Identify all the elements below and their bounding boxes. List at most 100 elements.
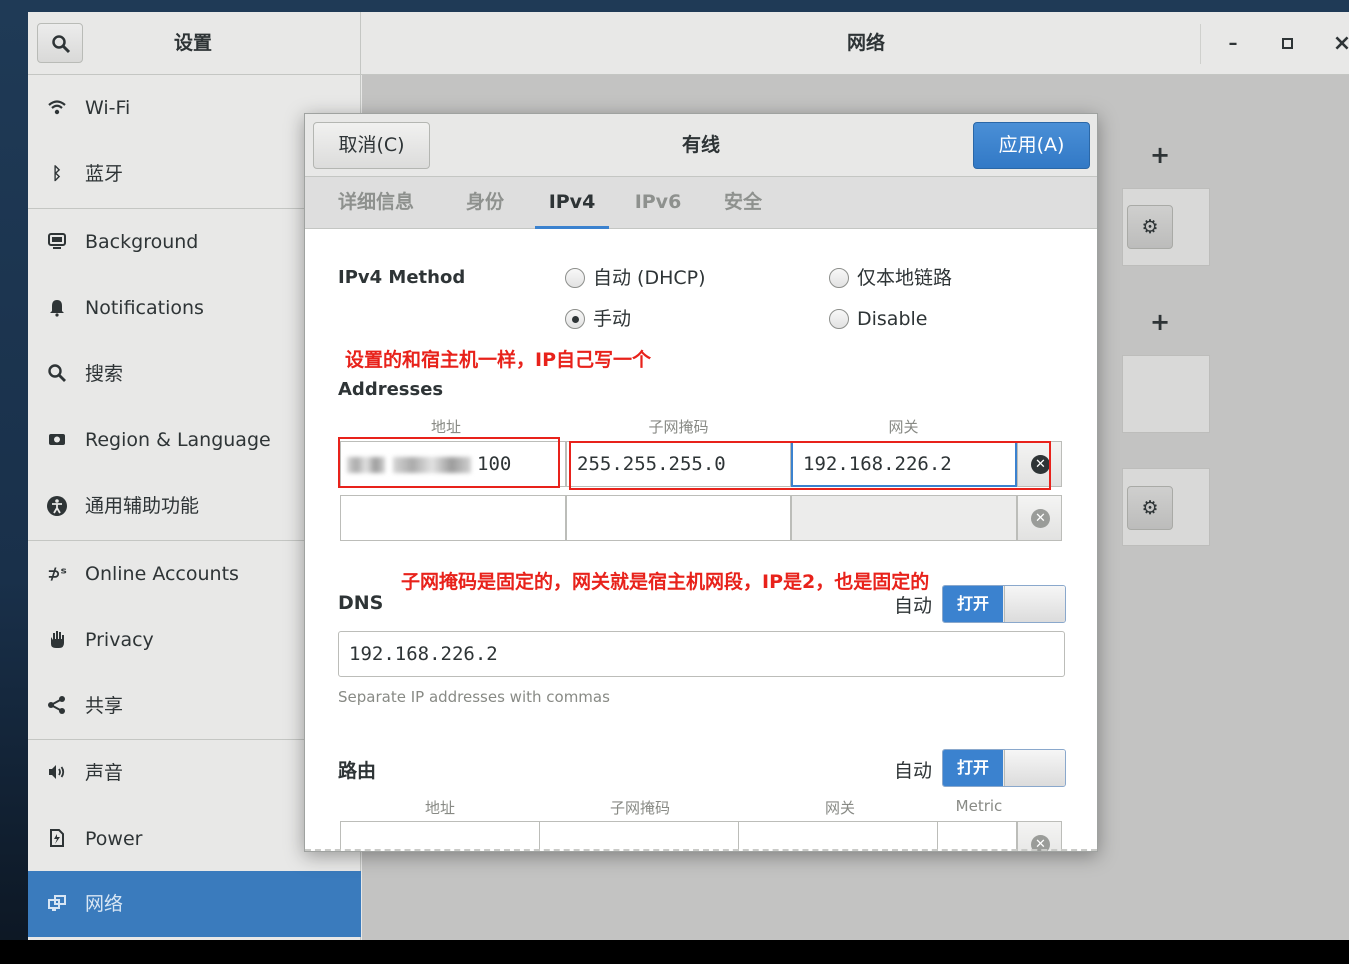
radio-indicator xyxy=(829,309,849,329)
radio-auto-dhcp[interactable]: 自动 (DHCP) xyxy=(565,265,706,291)
titlebar-separator xyxy=(1200,24,1201,64)
radio-indicator xyxy=(829,268,849,288)
proxy-settings-button[interactable]: ⚙ xyxy=(1127,486,1173,530)
sidebar-item-network[interactable]: 网络 xyxy=(28,871,361,937)
power-icon xyxy=(46,828,68,850)
bell-icon xyxy=(46,297,68,319)
dialog-title: 有线 xyxy=(681,134,720,156)
remove-address-button[interactable]: ✕ xyxy=(1017,495,1062,541)
address-row-empty: ✕ xyxy=(340,495,1063,541)
column-gateway: 网关 xyxy=(888,418,919,436)
search-button[interactable] xyxy=(37,23,83,63)
annotation-addresses: 设置的和宿主机一样，IP自己写一个 xyxy=(345,349,651,371)
search-icon xyxy=(52,35,71,54)
annotation-mask-gateway: 子网掩码是固定的，网关就是宿主机网段，IP是2，也是固定的 xyxy=(401,571,930,593)
tab-ipv6[interactable]: IPv6 xyxy=(623,177,693,229)
titlebar: 设置 网络 – × xyxy=(28,12,1349,75)
titlebar-left: 设置 xyxy=(28,12,361,75)
network-icon xyxy=(46,893,68,915)
radio-label: 手动 xyxy=(593,308,632,330)
wired-settings-dialog: 取消(C) 有线 应用(A) 详细信息 身份 IPv4 IPv6 安全 IPv4… xyxy=(304,113,1098,852)
close-icon: ✕ xyxy=(1031,509,1050,528)
gear-icon: ⚙ xyxy=(1141,216,1159,238)
radio-manual[interactable]: 手动 xyxy=(565,306,631,332)
settings-title: 设置 xyxy=(173,32,212,54)
column-address: 地址 xyxy=(430,418,461,436)
routes-auto-label: 自动 xyxy=(894,760,933,782)
display-icon xyxy=(46,231,68,253)
bluetooth-icon: ᛒ xyxy=(51,164,63,184)
addresses-label: Addresses xyxy=(338,379,444,400)
dns-label: DNS xyxy=(338,592,384,614)
taskbar xyxy=(0,940,1349,964)
accessibility-icon xyxy=(46,495,68,517)
radio-indicator xyxy=(565,268,585,288)
close-button[interactable]: × xyxy=(1328,30,1349,58)
radio-disable[interactable]: Disable xyxy=(829,306,927,332)
routes-label: 路由 xyxy=(338,760,377,782)
remove-route-button[interactable]: ✕ xyxy=(1017,821,1062,851)
route-column-metric: Metric xyxy=(955,797,1003,815)
tab-bar: 详细信息 身份 IPv4 IPv6 安全 xyxy=(305,177,1097,229)
route-row: ✕ xyxy=(340,821,1063,851)
tab-ipv4[interactable]: IPv4 xyxy=(535,177,609,229)
online-accounts-icon: ⊅ˢ xyxy=(47,564,67,583)
sidebar-item-label: 网络 xyxy=(85,893,124,915)
add-connection-button[interactable]: + xyxy=(1150,141,1170,169)
routes-auto-switch[interactable]: 打开 xyxy=(942,749,1066,787)
column-netmask: 子网掩码 xyxy=(648,418,709,436)
sidebar-item-label: 搜索 xyxy=(85,363,124,385)
cancel-button[interactable]: 取消(C) xyxy=(313,122,430,169)
speaker-icon xyxy=(46,762,68,784)
apply-button[interactable]: 应用(A) xyxy=(973,122,1090,169)
camera-icon xyxy=(46,429,68,451)
wired-settings-button[interactable]: ⚙ xyxy=(1127,205,1173,249)
radio-link-local[interactable]: 仅本地链路 xyxy=(829,265,952,291)
tab-details[interactable]: 详细信息 xyxy=(327,177,425,229)
sidebar-item-label: Background xyxy=(85,231,199,253)
dialog-header: 取消(C) 有线 应用(A) xyxy=(305,114,1097,177)
radio-indicator-selected xyxy=(565,309,585,329)
route-column-address: 地址 xyxy=(424,799,455,817)
address-field-empty[interactable] xyxy=(340,495,566,541)
dns-auto-switch[interactable]: 打开 xyxy=(942,585,1066,623)
annotation-box-mask-gateway xyxy=(569,441,1051,490)
dns-auto-label: 自动 xyxy=(894,595,933,617)
sidebar-item-label: 声音 xyxy=(85,762,124,784)
gateway-field-empty[interactable] xyxy=(791,495,1017,541)
dns-hint: Separate IP addresses with commas xyxy=(338,688,610,706)
sidebar-item-label: Online Accounts xyxy=(85,563,239,585)
radio-label: Disable xyxy=(857,308,928,330)
sidebar-item-label: Region & Language xyxy=(85,429,271,451)
switch-on-label: 打开 xyxy=(943,586,1003,622)
route-address-field[interactable] xyxy=(340,821,540,851)
maximize-button[interactable] xyxy=(1273,30,1301,58)
tab-security[interactable]: 安全 xyxy=(709,177,777,229)
route-netmask-field[interactable] xyxy=(539,821,739,851)
sidebar-item-label: Privacy xyxy=(85,629,154,651)
vpn-card xyxy=(1122,355,1210,433)
dialog-bottom-edge xyxy=(305,849,1097,851)
wired-card: ⚙ xyxy=(1122,188,1210,266)
gear-icon: ⚙ xyxy=(1141,497,1159,519)
tab-identity[interactable]: 身份 xyxy=(451,177,519,229)
share-icon xyxy=(46,695,68,717)
switch-knob xyxy=(1004,586,1065,622)
sidebar-item-label: 蓝牙 xyxy=(85,163,124,185)
route-column-gateway: 网关 xyxy=(824,799,855,817)
search-icon xyxy=(46,363,68,385)
route-metric-field[interactable] xyxy=(937,821,1017,851)
maximize-icon xyxy=(1281,38,1293,49)
netmask-field-empty[interactable] xyxy=(566,495,791,541)
route-gateway-field[interactable] xyxy=(738,821,938,851)
radio-label: 自动 (DHCP) xyxy=(593,267,706,289)
proxy-card: ⚙ xyxy=(1122,468,1210,546)
sidebar-item-label: 共享 xyxy=(85,695,124,717)
hand-icon xyxy=(46,629,68,651)
switch-knob xyxy=(1004,750,1065,786)
dns-input[interactable]: 192.168.226.2 xyxy=(338,631,1065,677)
route-column-netmask: 子网掩码 xyxy=(609,799,670,817)
add-vpn-button[interactable]: + xyxy=(1150,308,1170,336)
minimize-button[interactable]: – xyxy=(1219,30,1247,58)
sidebar-item-label: Power xyxy=(85,828,143,850)
